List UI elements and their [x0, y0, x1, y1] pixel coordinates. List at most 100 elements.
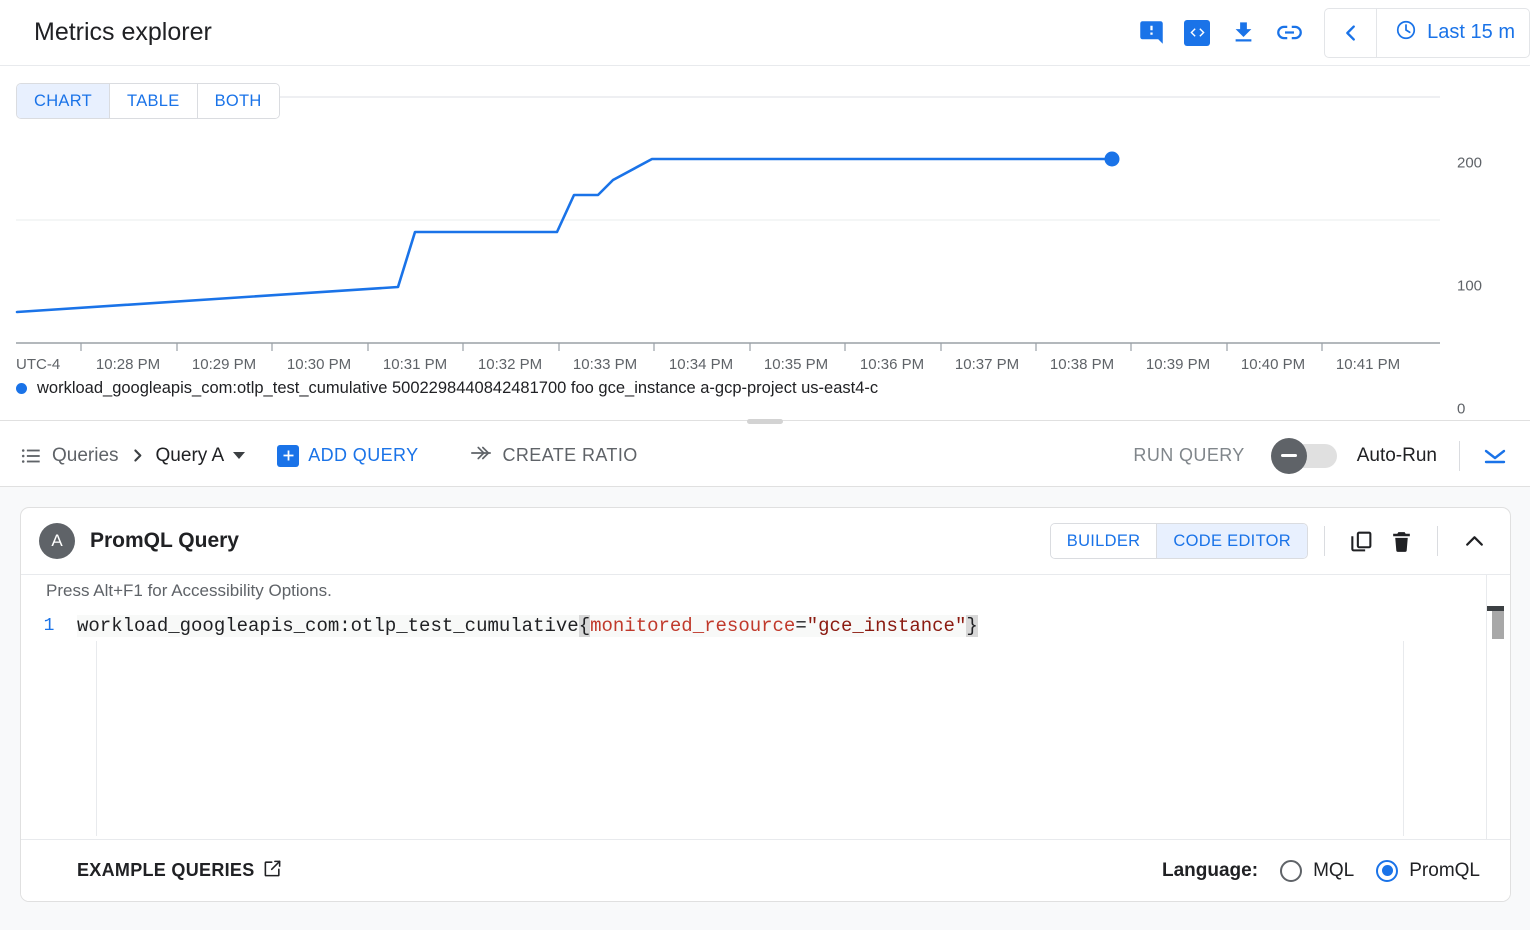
minus-icon	[1281, 454, 1297, 457]
radio-promql[interactable]: PromQL	[1376, 860, 1480, 882]
example-queries-link[interactable]: EXAMPLE QUERIES	[77, 859, 282, 883]
radio-promql-label: PromQL	[1409, 860, 1480, 882]
x-tick-label-11: 10:39 PM	[1146, 356, 1210, 373]
query-card-actions: BUILDER CODE EDITOR	[1050, 521, 1494, 561]
x-tick-label-8: 10:36 PM	[860, 356, 924, 373]
line-number: 1	[21, 616, 77, 636]
x-tick-label-12: 10:40 PM	[1241, 356, 1305, 373]
example-queries-label: EXAMPLE QUERIES	[77, 860, 255, 881]
collapse-all-button[interactable]	[1482, 448, 1508, 464]
language-label: Language:	[1162, 860, 1258, 882]
time-range-control: Last 15 m	[1324, 8, 1530, 58]
auto-run-toggle[interactable]	[1275, 444, 1337, 468]
editor-scroll-track[interactable]	[1486, 575, 1510, 842]
chevron-right-icon	[129, 447, 146, 464]
query-badge: A	[39, 523, 75, 559]
code-icon-box	[1184, 20, 1210, 46]
x-tick-label-4: 10:32 PM	[478, 356, 542, 373]
card-divider-2	[1437, 526, 1438, 556]
run-query-button[interactable]: RUN QUERY	[1133, 445, 1244, 466]
delete-icon[interactable]	[1381, 521, 1421, 561]
y-tick-label-100: 100	[1457, 278, 1482, 295]
code-token-attribute: monitored_resource	[590, 615, 795, 637]
collapse-icon[interactable]	[1454, 521, 1494, 561]
language-selector: Language: MQL PromQL	[1162, 860, 1480, 882]
code-icon[interactable]	[1174, 10, 1220, 56]
metrics-explorer-app: Metrics explorer	[0, 0, 1530, 930]
y-tick-label-0: 0	[1457, 401, 1465, 418]
radio-mql[interactable]: MQL	[1280, 860, 1354, 882]
promql-query-card: A PromQL Query BUILDER CODE EDITOR	[20, 507, 1511, 902]
clock-icon	[1395, 19, 1417, 47]
x-tick-label-5: 10:33 PM	[573, 356, 637, 373]
radio-promql-control	[1376, 860, 1398, 882]
code-editor[interactable]: Press Alt+F1 for Accessibility Options. …	[21, 574, 1510, 841]
tab-chart[interactable]: CHART	[17, 84, 110, 118]
code-token-close-brace: }	[966, 615, 977, 637]
x-tick-label-2: 10:30 PM	[287, 356, 351, 373]
chevron-down-icon[interactable]	[233, 452, 245, 459]
query-card-area: A PromQL Query BUILDER CODE EDITOR	[0, 487, 1530, 930]
tab-builder[interactable]: BUILDER	[1051, 524, 1158, 558]
editor-gutter-line	[96, 641, 97, 836]
code-token-equals: =	[795, 615, 806, 637]
toolbar-divider	[1459, 441, 1460, 471]
create-ratio-label: CREATE RATIO	[502, 445, 637, 466]
queries-toolbar: Queries Query A ADD QUERY	[0, 425, 1530, 487]
download-icon[interactable]	[1220, 10, 1266, 56]
page-title: Metrics explorer	[34, 20, 212, 45]
code-content[interactable]: workload_googleapis_com:otlp_test_cumula…	[77, 611, 1510, 641]
x-axis-labels: UTC-4 10:28 PM 10:29 PM 10:30 PM 10:31 P…	[0, 356, 1530, 380]
x-tick-label-1: 10:29 PM	[192, 356, 256, 373]
radio-mql-control	[1280, 860, 1302, 882]
ratio-split-icon	[470, 442, 492, 469]
time-range-selector[interactable]: Last 15 m	[1377, 9, 1529, 57]
create-ratio-button[interactable]: CREATE RATIO	[470, 442, 637, 469]
auto-run-label: Auto-Run	[1357, 445, 1437, 467]
x-axis-timezone: UTC-4	[16, 356, 60, 373]
x-tick-label-3: 10:31 PM	[383, 356, 447, 373]
x-tick-label-13: 10:41 PM	[1336, 356, 1400, 373]
queries-list-icon[interactable]	[20, 445, 42, 467]
editor-right-guide	[1403, 641, 1404, 836]
breadcrumb-current-query[interactable]: Query A	[156, 445, 225, 467]
tab-table[interactable]: TABLE	[110, 84, 198, 118]
code-token-open-brace: {	[579, 615, 590, 637]
editor-scroll-thumb[interactable]	[1492, 611, 1504, 639]
y-tick-label-200: 200	[1457, 155, 1482, 172]
panel-resize-handle[interactable]	[747, 419, 783, 424]
tab-both[interactable]: BOTH	[198, 84, 279, 118]
chart-legend[interactable]: workload_googleapis_com:otlp_test_cumula…	[16, 379, 878, 398]
breadcrumb-queries[interactable]: Queries	[52, 445, 119, 467]
code-token-metric: workload_googleapis_com:otlp_test_cumula…	[77, 615, 579, 637]
plus-icon	[277, 445, 299, 467]
radio-mql-label: MQL	[1313, 860, 1354, 882]
add-query-label: ADD QUERY	[308, 445, 418, 466]
x-tick-label-6: 10:34 PM	[669, 356, 733, 373]
auto-run-toggle-knob	[1271, 438, 1307, 474]
queries-toolbar-actions: RUN QUERY Auto-Run	[1133, 441, 1530, 471]
chart-view-toggle: CHART TABLE BOTH	[16, 83, 280, 119]
query-mode-toggle: BUILDER CODE EDITOR	[1050, 523, 1308, 559]
tab-code-editor[interactable]: CODE EDITOR	[1157, 524, 1307, 558]
external-link-icon	[263, 859, 282, 883]
x-tick-label-9: 10:37 PM	[955, 356, 1019, 373]
queries-breadcrumb: Queries Query A ADD QUERY	[0, 442, 638, 469]
code-token-value: "gce_instance"	[807, 615, 967, 637]
code-line-row: 1 workload_googleapis_com:otlp_test_cumu…	[21, 611, 1510, 641]
query-card-header: A PromQL Query BUILDER CODE EDITOR	[21, 508, 1510, 574]
feedback-icon[interactable]	[1128, 10, 1174, 56]
query-card-title: PromQL Query	[90, 529, 239, 553]
x-tick-label-7: 10:35 PM	[764, 356, 828, 373]
add-query-button[interactable]: ADD QUERY	[277, 445, 418, 467]
time-range-label: Last 15 m	[1427, 21, 1515, 44]
legend-series-label: workload_googleapis_com:otlp_test_cumula…	[37, 379, 878, 398]
accessibility-hint: Press Alt+F1 for Accessibility Options.	[46, 581, 332, 601]
query-card-footer: EXAMPLE QUERIES Language: MQL	[21, 839, 1510, 901]
app-header: Metrics explorer	[0, 0, 1530, 66]
card-divider-1	[1324, 526, 1325, 556]
duplicate-icon[interactable]	[1341, 521, 1381, 561]
link-icon[interactable]	[1266, 10, 1312, 56]
header-actions	[1128, 10, 1312, 56]
time-back-button[interactable]	[1325, 9, 1377, 57]
